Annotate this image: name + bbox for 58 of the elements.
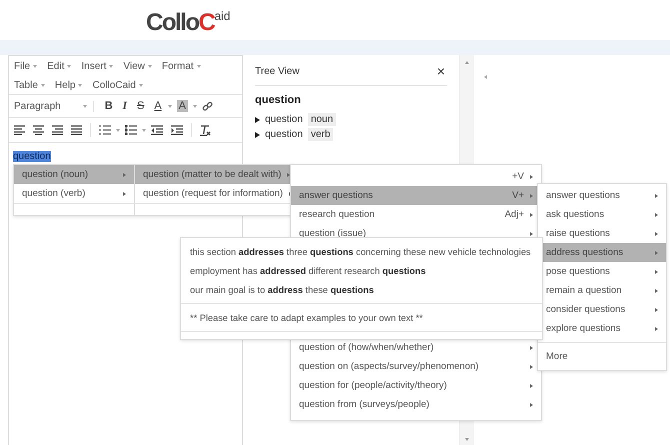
format-button[interactable]: B: [104, 100, 114, 112]
align-icon[interactable]: [14, 125, 25, 135]
align-icon[interactable]: [52, 125, 63, 135]
menu-item[interactable]: consider questions: [538, 300, 666, 319]
menu-item[interactable]: Table: [14, 80, 45, 91]
align-icon[interactable]: [33, 125, 44, 135]
menu-item[interactable]: Insert: [81, 61, 114, 72]
menu-item[interactable]: Edit: [47, 61, 72, 72]
expand-icon[interactable]: [255, 132, 260, 138]
menu-item[interactable]: ColloCaid: [92, 80, 143, 91]
menu-item[interactable]: explore questions: [538, 319, 666, 338]
tree-item[interactable]: question: [265, 114, 303, 125]
menu-item[interactable]: question (verb): [14, 184, 135, 203]
block-format-select[interactable]: Paragraph: [14, 100, 94, 112]
example-sentence: our main goal is to address these questions: [189, 284, 375, 297]
menu-item[interactable]: question (matter to be dealt with): [135, 165, 292, 184]
bullet-list-icon[interactable]: [125, 125, 137, 135]
menu-item[interactable]: +V: [291, 167, 541, 186]
format-button[interactable]: A: [153, 100, 163, 112]
format-button[interactable]: I: [122, 100, 128, 112]
expand-icon[interactable]: [255, 116, 260, 122]
link-icon[interactable]: [202, 100, 213, 112]
scroll-up-icon[interactable]: [465, 61, 469, 64]
menu-item[interactable]: Help: [54, 80, 82, 91]
indent-icon[interactable]: [171, 125, 183, 135]
tag: verb: [308, 128, 334, 141]
menu-item[interactable]: ask questions: [538, 205, 666, 224]
panel-title: Tree View: [255, 66, 300, 76]
menu-item[interactable]: Format: [162, 61, 201, 72]
outdent-icon[interactable]: [151, 125, 163, 135]
align-icon[interactable]: [71, 125, 82, 135]
close-button[interactable]: ×: [434, 63, 447, 79]
menu-item[interactable]: pose questions: [538, 262, 666, 281]
menu-item[interactable]: question (noun): [14, 165, 135, 184]
clear-format-icon[interactable]: [200, 124, 211, 136]
menu-item[interactable]: question on (aspects/survey/phenomenon): [291, 357, 541, 376]
more-link[interactable]: More: [538, 347, 666, 366]
example-sentence: this section addresses three questions concerning these new vehicle technologies: [189, 246, 532, 259]
selected-word: question: [13, 151, 51, 162]
tree-heading: question: [255, 94, 302, 106]
menu-item[interactable]: File: [14, 61, 38, 72]
numbered-list-icon[interactable]: [99, 125, 111, 135]
note-text: ** Please take care to adapt examples to your own text **: [189, 312, 424, 325]
menu-item[interactable]: answer questions: [538, 186, 666, 205]
menu-item[interactable]: question for (people/activity/theory): [291, 376, 541, 395]
menu-item[interactable]: raise questions: [538, 224, 666, 243]
tag: noun: [308, 113, 336, 126]
example-sentence: employment has addressed different research questions: [189, 264, 427, 278]
menu-item[interactable]: View: [123, 61, 152, 72]
scroll-down-icon[interactable]: [465, 438, 469, 441]
logo: ColloC$^{aid}$: [146, 9, 230, 37]
menu-item[interactable]: remain a question: [538, 281, 666, 300]
menu-item[interactable]: question from (surveys/people): [291, 395, 541, 414]
format-button[interactable]: A: [176, 100, 188, 112]
menu-item[interactable]: question of (how/when/whether): [291, 338, 541, 357]
format-button[interactable]: S: [136, 100, 146, 112]
tree-item[interactable]: question: [265, 129, 303, 140]
menu-item[interactable]: research question Adj+: [291, 205, 541, 224]
